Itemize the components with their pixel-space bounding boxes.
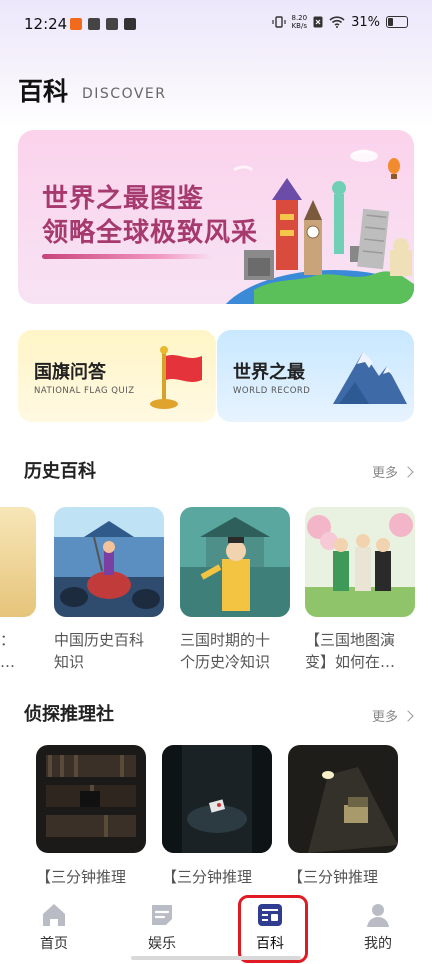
- nav-home-label: 首页: [40, 936, 68, 952]
- world-record-title: 世界之最: [233, 362, 305, 383]
- wifi-icon: [329, 16, 345, 28]
- active-tab-highlight: [238, 895, 308, 963]
- history-more-link[interactable]: 更多: [371, 462, 414, 481]
- history-card-caption: 中国历史百科 知识: [54, 631, 145, 671]
- world-records-banner[interactable]: 世界之最图鉴 领略全球极致风采: [18, 130, 414, 304]
- history-more-label: 更多: [371, 466, 398, 481]
- nav-profile-label: 我的: [364, 936, 392, 952]
- history-card-caption: ： …: [0, 631, 16, 671]
- home-indicator[interactable]: [131, 956, 301, 960]
- nav-entertainment-label: 娱乐: [148, 936, 176, 952]
- history-card-image: [305, 507, 415, 617]
- history-section-title: 历史百科: [24, 461, 96, 482]
- home-icon: [43, 904, 65, 926]
- bottom-nav: 首页 娱乐 百科 我的: [0, 893, 432, 964]
- flag-quiz-title: 国旗问答: [34, 362, 106, 383]
- landmarks-illustration: [225, 149, 414, 304]
- chevron-right-icon: [402, 709, 414, 722]
- battery-percent: 31%: [351, 14, 380, 30]
- profile-icon: [367, 904, 389, 927]
- detective-card-caption: 【三分钟推理: [36, 868, 127, 886]
- history-card-caption: 【三国地图演 变】如何在…: [305, 631, 396, 671]
- no-sim-icon: [313, 16, 323, 28]
- world-record-subtitle: WORLD RECORD: [233, 386, 311, 396]
- mail-notification-icon: [106, 18, 118, 30]
- store-notification-icon: [88, 18, 100, 30]
- status-bar: 12:24 8.20 KB/s 31%: [0, 0, 432, 52]
- detective-card-caption: 【三分钟推理: [288, 868, 379, 886]
- status-time: 12:24: [24, 15, 68, 33]
- mountain-icon: [333, 352, 407, 404]
- detective-card-caption: 【三分钟推理: [162, 868, 253, 886]
- history-card-image: [54, 507, 164, 617]
- page-subtitle: DISCOVER: [82, 86, 167, 102]
- taobao-notification-icon: [70, 18, 82, 30]
- banner-title: 世界之最图鉴: [42, 184, 205, 214]
- detective-card-image: [36, 745, 146, 853]
- detective-card-image: [162, 745, 272, 853]
- flag-icon: [150, 346, 202, 409]
- network-speed: 8.20 KB/s: [291, 14, 308, 30]
- banner-underline: [42, 254, 212, 259]
- play-notification-icon: [124, 18, 136, 30]
- history-card-image: [0, 507, 36, 617]
- detective-more-label: 更多: [371, 710, 398, 725]
- flag-quiz-tile[interactable]: 国旗问答 NATIONAL FLAG QUIZ: [18, 330, 216, 422]
- chevron-right-icon: [402, 465, 414, 478]
- battery-icon: [386, 16, 408, 28]
- history-card-image: [180, 507, 290, 617]
- detective-card-image: [288, 745, 398, 853]
- page-title: 百科: [18, 77, 69, 106]
- vibrate-icon: [271, 16, 286, 28]
- entertainment-icon: [152, 905, 172, 925]
- flag-quiz-subtitle: NATIONAL FLAG QUIZ: [34, 386, 135, 396]
- detective-more-link[interactable]: 更多: [371, 706, 414, 725]
- history-card-caption: 三国时期的十 个历史冷知识: [180, 631, 271, 671]
- world-record-tile[interactable]: 世界之最 WORLD RECORD: [217, 330, 414, 422]
- detective-section-title: 侦探推理社: [24, 704, 114, 725]
